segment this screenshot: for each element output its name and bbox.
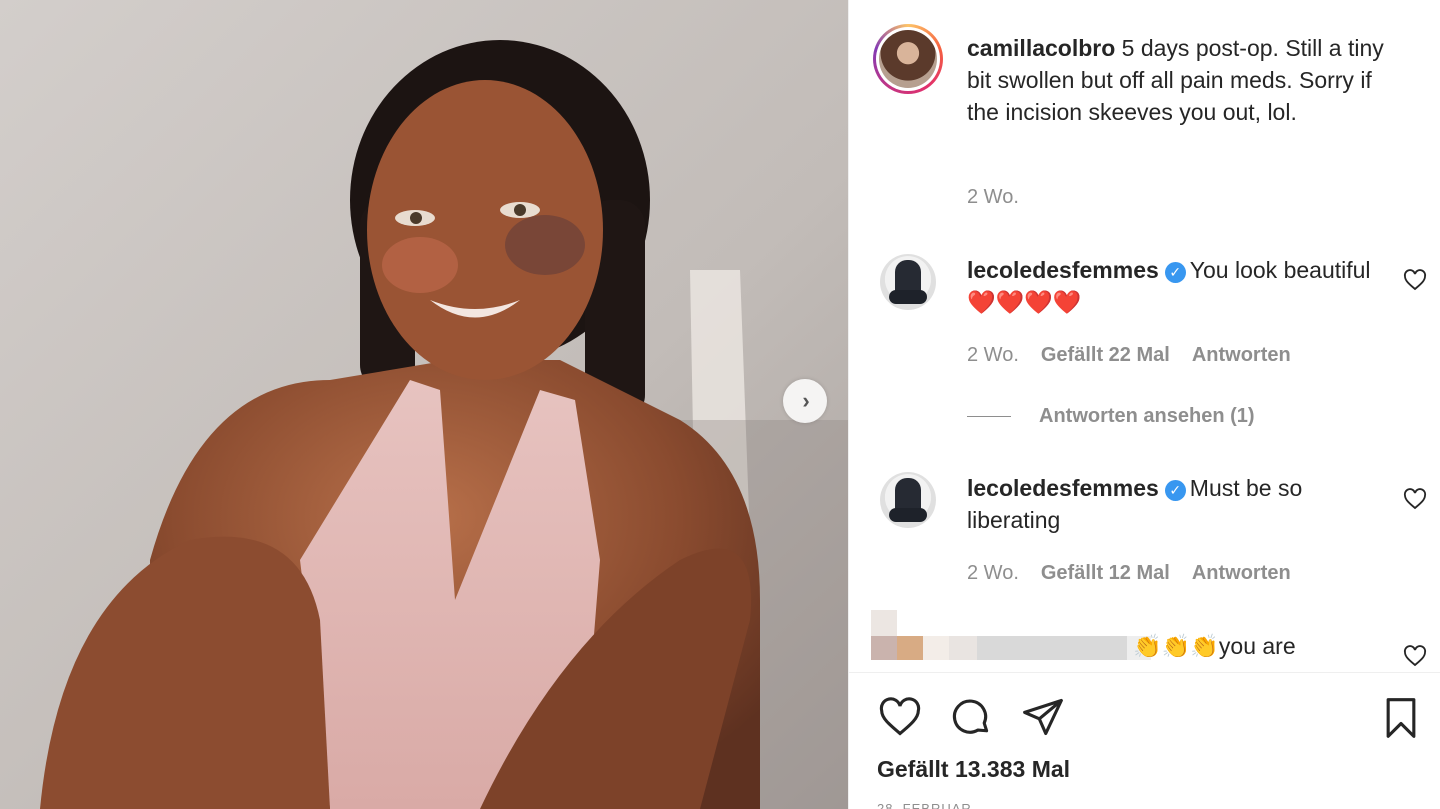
comment-2-username[interactable]: lecoledesfemmes xyxy=(967,475,1159,501)
paper-plane-icon[interactable] xyxy=(1021,695,1065,739)
comment-3-text: 👏👏👏you are xyxy=(1133,633,1296,659)
caption-time[interactable]: 2 Wo. xyxy=(967,186,1019,209)
verified-badge-icon: ✓ xyxy=(1164,262,1186,283)
view-replies-label: Antworten ansehen (1) xyxy=(1039,405,1255,427)
comment-1: lecoledesfemmes ✓ You look beautiful ❤️❤️❤… xyxy=(967,254,1387,318)
comment-1-reply-button[interactable]: Antworten xyxy=(1192,344,1291,367)
photo-illustration xyxy=(0,0,848,809)
comment-1-meta: 2 Wo. Gefällt 22 Mal Antworten xyxy=(967,344,1291,367)
post-sidebar: camillacolbro 5 days post-op. Still a ti… xyxy=(848,0,1440,809)
verified-badge-icon: ✓ xyxy=(1164,480,1186,501)
comment-2-reply-button[interactable]: Antworten xyxy=(1192,562,1291,585)
bookmark-icon[interactable] xyxy=(1379,695,1423,741)
commenter-avatar[interactable] xyxy=(880,472,936,528)
comment-2-time[interactable]: 2 Wo. xyxy=(967,562,1019,585)
likes-count[interactable]: Gefällt 13.383 Mal xyxy=(877,756,1070,783)
author-username[interactable]: camillacolbro xyxy=(967,35,1122,61)
view-replies-button[interactable]: Antworten ansehen (1) xyxy=(967,405,1255,428)
comment-2-like-heart-icon[interactable] xyxy=(1403,487,1427,511)
comment-1-username[interactable]: lecoledesfemmes xyxy=(967,257,1159,283)
comment-1-likes[interactable]: Gefällt 22 Mal xyxy=(1041,344,1170,367)
instagram-post: › camillacolbro 5 days post-op. Still a … xyxy=(0,0,1440,809)
next-image-button[interactable]: › xyxy=(783,379,827,423)
post-date[interactable]: 28. FEBRUAR xyxy=(877,801,972,809)
author-avatar[interactable] xyxy=(873,24,943,94)
pixelated-avatar xyxy=(871,610,897,636)
post-photo[interactable]: › xyxy=(0,0,848,809)
commenter-avatar[interactable] xyxy=(880,254,936,310)
replies-line xyxy=(967,416,1011,417)
comment-2: lecoledesfemmes ✓ Must be so liberating xyxy=(967,472,1387,536)
comment-icon[interactable] xyxy=(949,695,993,739)
comment-1-like-heart-icon[interactable] xyxy=(1403,268,1427,292)
comment-2-likes[interactable]: Gefällt 12 Mal xyxy=(1041,562,1170,585)
pixelated-username xyxy=(871,636,1151,660)
like-heart-icon[interactable] xyxy=(877,695,923,739)
comments-list[interactable]: camillacolbro 5 days post-op. Still a ti… xyxy=(849,0,1440,672)
caption-meta: 2 Wo. xyxy=(967,186,1019,209)
caption: camillacolbro 5 days post-op. Still a ti… xyxy=(967,32,1407,128)
comment-3-like-heart-icon[interactable] xyxy=(1403,644,1427,668)
chevron-right-icon: › xyxy=(802,388,810,413)
comment-2-meta: 2 Wo. Gefällt 12 Mal Antworten xyxy=(967,562,1291,585)
comment-1-time[interactable]: 2 Wo. xyxy=(967,344,1019,367)
post-actions: Gefällt 13.383 Mal 28. FEBRUAR xyxy=(849,672,1440,809)
